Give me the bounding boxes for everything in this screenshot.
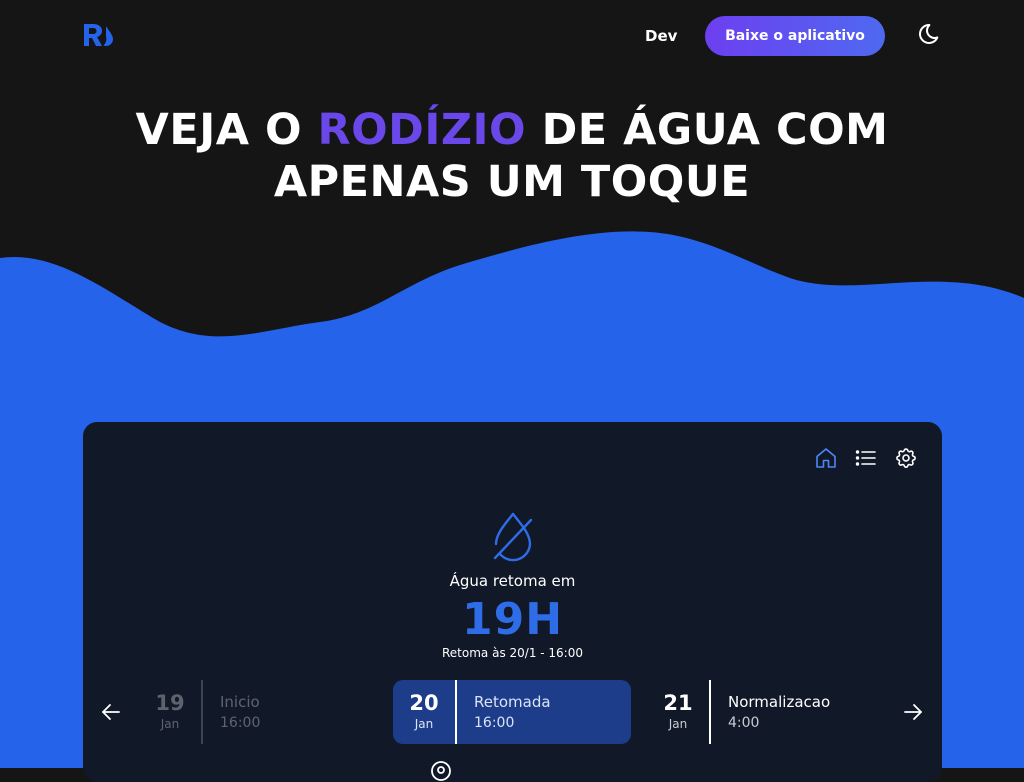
top-header: Dev Baixe o aplicativo: [0, 0, 1024, 72]
hero-title-start: VEJA O: [135, 105, 303, 155]
timeline-day-20[interactable]: 20 Jan Retomada 16:00: [393, 680, 631, 744]
timeline-day-21[interactable]: 21 Jan Normalizacao 4:00: [647, 680, 867, 744]
day-date: 21 Jan: [647, 680, 709, 744]
day-event-title: Normalizacao: [728, 693, 831, 711]
day-event-time: 4:00: [728, 715, 760, 731]
day-month: Jan: [668, 717, 688, 731]
settings-icon[interactable]: [894, 446, 918, 470]
day-event-time: 16:00: [474, 715, 515, 731]
drop-logo-icon: [84, 24, 113, 46]
day-number: 19: [155, 691, 185, 715]
home-icon[interactable]: [814, 446, 838, 470]
day-divider: [455, 680, 457, 744]
day-event-title: Retomada: [474, 693, 551, 711]
logo[interactable]: [84, 22, 114, 48]
day-month: Jan: [414, 717, 434, 731]
download-app-button[interactable]: Baixe o aplicativo: [705, 16, 885, 56]
day-divider: [709, 680, 711, 744]
hero-title-accent: RODÍZIO: [317, 105, 527, 155]
day-number: 21: [663, 691, 693, 715]
day-info: Normalizacao 4:00: [728, 692, 830, 734]
dev-link[interactable]: Dev: [645, 27, 677, 45]
arrow-right-icon[interactable]: [901, 700, 925, 724]
day-event-time: 16:00: [220, 715, 261, 731]
location-row[interactable]: [430, 760, 452, 782]
status-resume-time: Retoma às 20/1 - 16:00: [442, 646, 583, 660]
water-off-icon: [493, 512, 533, 562]
moon-icon: [919, 23, 939, 44]
arrow-left-icon[interactable]: [99, 700, 123, 724]
day-divider: [201, 680, 203, 744]
hero-title: VEJA O RODÍZIO DE ÁGUA COM APENAS UM TOQ…: [0, 104, 1024, 208]
location-pin-icon: [431, 761, 451, 781]
hero-title-line1: VEJA O RODÍZIO DE ÁGUA COM: [136, 105, 889, 155]
day-date: 20 Jan: [393, 680, 455, 744]
day-info: Inicio 16:00: [220, 692, 260, 734]
list-icon[interactable]: [854, 446, 878, 470]
day-month: Jan: [160, 717, 180, 731]
app-preview-card: Água retoma em 19H Retoma às 20/1 - 16:0…: [83, 422, 942, 782]
timeline-day-19[interactable]: 19 Jan Inicio 16:00: [139, 680, 339, 744]
app-nav: [814, 446, 918, 470]
theme-toggle[interactable]: [917, 22, 941, 46]
status-label: Água retoma em: [449, 572, 576, 590]
day-event-title: Inicio: [220, 693, 260, 711]
hero-title-end: DE ÁGUA COM: [541, 105, 889, 155]
day-date: 19 Jan: [139, 680, 201, 744]
day-info: Retomada 16:00: [474, 692, 551, 734]
status-countdown: 19H: [461, 594, 564, 645]
hero-title-line2: APENAS UM TOQUE: [273, 157, 751, 207]
day-number: 20: [409, 691, 439, 715]
